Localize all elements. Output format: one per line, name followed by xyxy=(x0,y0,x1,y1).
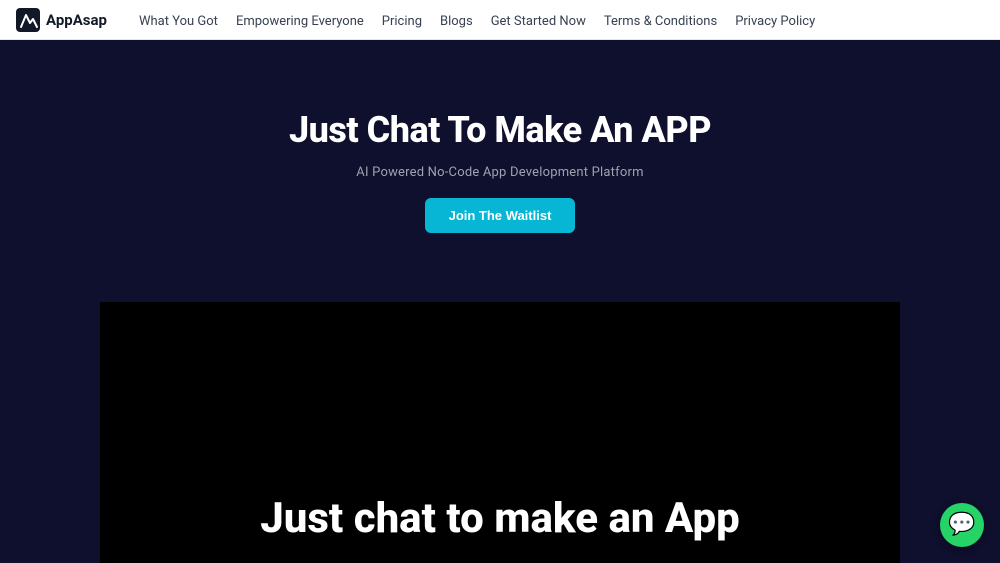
video-container[interactable]: Just chat to make an App xyxy=(100,302,900,563)
video-section: Just chat to make an App xyxy=(0,302,1000,563)
video-caption: Just chat to make an App xyxy=(260,494,740,543)
hero-section: Just Chat To Make An APP AI Powered No-C… xyxy=(0,40,1000,302)
navbar: AppAsap What You Got Empowering Everyone… xyxy=(0,0,1000,40)
hero-title: Just Chat To Make An APP xyxy=(289,109,711,151)
nav-link-privacy[interactable]: Privacy Policy xyxy=(727,10,823,33)
nav-item-empowering[interactable]: Empowering Everyone xyxy=(228,10,372,29)
nav-link-pricing[interactable]: Pricing xyxy=(374,10,430,33)
logo-icon xyxy=(16,8,40,32)
nav-item-blogs[interactable]: Blogs xyxy=(432,10,481,29)
nav-item-what-you-got[interactable]: What You Got xyxy=(131,10,226,29)
nav-link-what-you-got[interactable]: What You Got xyxy=(131,10,226,33)
nav-link-blogs[interactable]: Blogs xyxy=(432,10,481,33)
nav-link-terms[interactable]: Terms & Conditions xyxy=(596,10,725,33)
hero-subtitle: AI Powered No-Code App Development Platf… xyxy=(356,165,643,180)
logo-link[interactable]: AppAsap xyxy=(16,8,107,32)
nav-item-pricing[interactable]: Pricing xyxy=(374,10,430,29)
nav-item-privacy[interactable]: Privacy Policy xyxy=(727,10,823,29)
whatsapp-button[interactable]: 💬 xyxy=(940,503,984,547)
nav-item-terms[interactable]: Terms & Conditions xyxy=(596,10,725,29)
logo-text: AppAsap xyxy=(46,11,107,29)
nav-link-empowering[interactable]: Empowering Everyone xyxy=(228,10,372,33)
nav-links: What You Got Empowering Everyone Pricing… xyxy=(131,10,823,29)
nav-item-get-started[interactable]: Get Started Now xyxy=(483,10,594,29)
whatsapp-icon: 💬 xyxy=(948,514,975,536)
waitlist-button[interactable]: Join The Waitlist xyxy=(425,198,576,233)
nav-link-get-started[interactable]: Get Started Now xyxy=(483,10,594,33)
